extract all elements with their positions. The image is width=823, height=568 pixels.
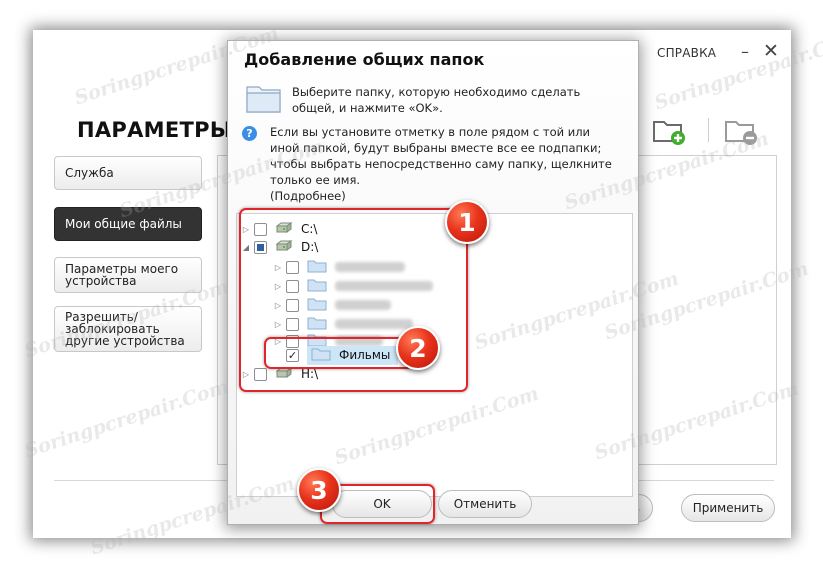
folder-icon <box>246 84 282 118</box>
sidebar-item-allow-block-devices[interactable]: Разрешить/заблокировать другие устройств… <box>54 306 202 352</box>
callout-number: 3 <box>310 475 328 505</box>
sidebar-item-label: Служба <box>65 166 114 180</box>
add-folder-icon[interactable] <box>651 116 689 150</box>
sidebar-item-label: Параметры моего устройства <box>65 262 179 288</box>
dialog-instruction: Выберите папку, которую необходимо сдела… <box>292 85 581 115</box>
more-link[interactable]: (Подробнее) <box>270 188 620 204</box>
sidebar-item-service[interactable]: Служба <box>54 156 202 190</box>
dialog-cancel-button[interactable]: Отменить <box>438 490 532 518</box>
info-text: Если вы установите отметку в поле рядом … <box>270 125 612 187</box>
sidebar-item-label: Разрешить/заблокировать другие устройств… <box>65 310 185 348</box>
remove-folder-icon[interactable] <box>723 116 761 150</box>
help-link[interactable]: СПРАВКА <box>657 46 716 60</box>
sidebar-item-label: Мои общие файлы <box>65 217 182 231</box>
minimize-button[interactable]: – <box>741 42 749 61</box>
apply-button-label: Применить <box>692 501 764 515</box>
dialog-info: Если вы установите отметку в поле рядом … <box>270 124 620 204</box>
close-button[interactable]: ✕ <box>763 40 779 62</box>
toolbar-separator <box>708 118 709 142</box>
cancel-button-label: Отменить <box>453 497 517 511</box>
callout-box-2 <box>264 337 414 369</box>
callout-number: 1 <box>458 207 476 237</box>
page-title: ПАРАМЕТРЫ <box>77 118 232 142</box>
callout-badge-2: 2 <box>396 326 440 370</box>
callout-number: 2 <box>409 333 427 363</box>
apply-button[interactable]: Применить <box>681 494 775 522</box>
callout-badge-1: 1 <box>445 200 489 244</box>
sidebar-item-my-shared-files[interactable]: Мои общие файлы <box>54 207 202 241</box>
sidebar-item-device-settings[interactable]: Параметры моего устройства <box>54 257 202 293</box>
callout-badge-3: 3 <box>297 468 341 512</box>
dialog-title: Добавление общих папок <box>244 50 485 69</box>
help-icon: ? <box>242 126 257 141</box>
